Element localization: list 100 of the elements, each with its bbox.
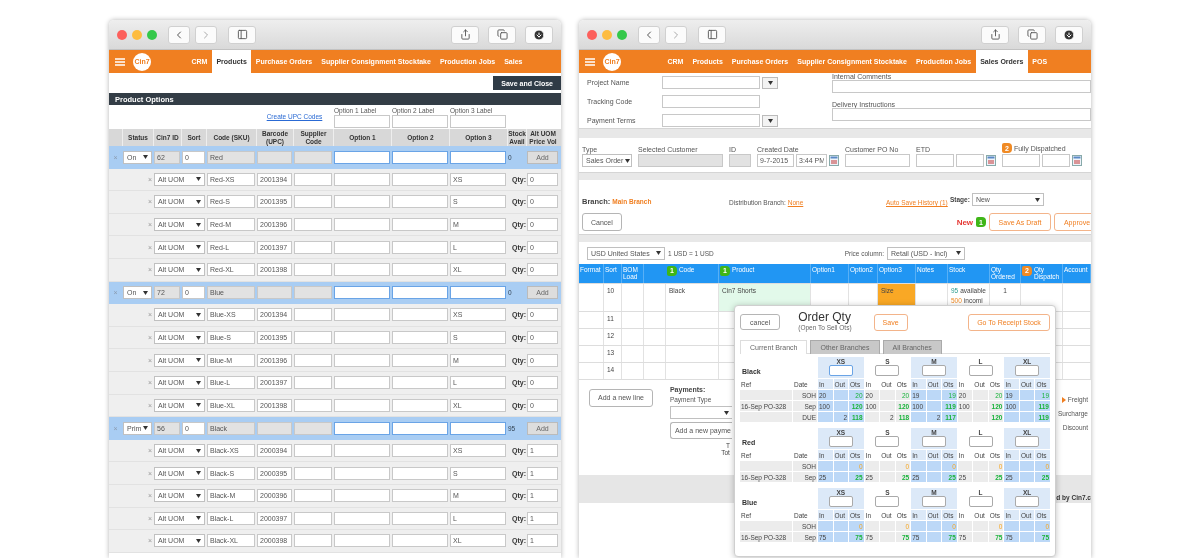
option-field[interactable] — [334, 534, 390, 548]
supplier-code-field[interactable] — [294, 511, 332, 525]
forward-button[interactable] — [195, 25, 217, 44]
forward-button[interactable] — [665, 25, 687, 44]
supplier-code-field[interactable] — [294, 534, 332, 548]
qty-field[interactable] — [875, 496, 900, 507]
text-field[interactable] — [662, 95, 760, 108]
sidebar-button[interactable] — [698, 25, 726, 44]
supplier-code-field[interactable] — [294, 376, 332, 390]
close-button[interactable] — [587, 29, 597, 40]
qty-field[interactable] — [828, 436, 853, 447]
option-field[interactable] — [392, 263, 448, 277]
supplier-code-field[interactable] — [294, 398, 332, 412]
option-field[interactable] — [334, 331, 390, 345]
dropdown-button[interactable] — [762, 76, 778, 89]
back-button[interactable] — [638, 25, 660, 44]
qty-field[interactable] — [922, 365, 946, 376]
option-field[interactable] — [334, 466, 390, 480]
minimize-button[interactable] — [602, 29, 612, 40]
calendar-icon[interactable] — [986, 155, 996, 166]
supplier-code-field[interactable] — [294, 218, 332, 232]
option-field[interactable] — [392, 308, 448, 322]
barcode-field[interactable] — [257, 421, 292, 435]
option-label-field[interactable] — [450, 114, 506, 128]
option-field[interactable] — [392, 489, 448, 503]
supplier-code-field[interactable] — [294, 308, 332, 322]
time-field[interactable] — [1042, 154, 1070, 167]
download-button[interactable] — [1055, 25, 1083, 44]
option-field[interactable] — [450, 150, 506, 164]
menu-icon[interactable] — [115, 57, 125, 66]
time-field[interactable] — [956, 154, 984, 167]
option-field[interactable] — [392, 444, 448, 457]
option-field[interactable] — [392, 240, 448, 254]
option-label-field[interactable] — [392, 114, 448, 128]
barcode-field[interactable] — [257, 150, 292, 164]
minimize-button[interactable] — [132, 29, 142, 40]
readonly-field[interactable] — [638, 154, 723, 167]
qty-field[interactable] — [875, 436, 900, 447]
option-field[interactable] — [392, 398, 448, 412]
option-field[interactable] — [392, 421, 448, 435]
supplier-code-field[interactable] — [294, 240, 332, 254]
option-label-field[interactable] — [334, 114, 390, 128]
zoom-button[interactable] — [147, 29, 157, 40]
text-field[interactable] — [662, 114, 760, 127]
option-field[interactable] — [392, 331, 448, 345]
supplier-code-field[interactable] — [294, 331, 332, 345]
zoom-button[interactable] — [617, 29, 627, 40]
text-field[interactable] — [832, 108, 1091, 121]
menu-icon[interactable] — [585, 57, 595, 66]
back-button[interactable] — [168, 25, 190, 44]
option-field[interactable] — [334, 172, 390, 186]
calendar-icon[interactable] — [1072, 155, 1082, 166]
qty-field[interactable] — [968, 496, 993, 507]
supplier-code-field[interactable] — [294, 466, 332, 480]
text-field[interactable] — [832, 80, 1091, 93]
readonly-field[interactable] — [729, 154, 751, 167]
dropdown-button[interactable] — [762, 114, 778, 127]
supplier-code-field[interactable] — [294, 195, 332, 209]
supplier-code-field[interactable] — [294, 263, 332, 277]
option-field[interactable] — [334, 511, 390, 525]
close-button[interactable] — [117, 29, 127, 40]
option-field[interactable] — [392, 511, 448, 525]
option-field[interactable] — [392, 218, 448, 232]
option-field[interactable] — [334, 421, 390, 435]
option-field[interactable] — [334, 195, 390, 209]
supplier-code-field[interactable] — [294, 150, 332, 164]
option-field[interactable] — [392, 466, 448, 480]
option-field[interactable] — [450, 421, 506, 435]
option-field[interactable] — [392, 172, 448, 186]
option-field[interactable] — [392, 353, 448, 367]
tabs-button[interactable] — [488, 25, 516, 44]
qty-field[interactable] — [922, 496, 946, 507]
option-field[interactable] — [334, 444, 390, 457]
option-field[interactable] — [334, 308, 390, 322]
text-field[interactable] — [845, 154, 910, 167]
option-field[interactable] — [334, 398, 390, 412]
supplier-code-field[interactable] — [294, 489, 332, 503]
qty-field[interactable] — [1015, 365, 1040, 376]
date-field[interactable] — [1002, 154, 1040, 167]
option-field[interactable] — [334, 353, 390, 367]
qty-field[interactable] — [1015, 496, 1040, 507]
supplier-code-field[interactable] — [294, 353, 332, 367]
supplier-code-field[interactable] — [294, 172, 332, 186]
qty-field[interactable] — [922, 436, 946, 447]
option-field[interactable] — [392, 534, 448, 548]
option-field[interactable] — [334, 218, 390, 232]
option-field[interactable] — [392, 195, 448, 209]
qty-field[interactable] — [828, 496, 853, 507]
option-field[interactable] — [450, 286, 506, 300]
sidebar-button[interactable] — [228, 25, 256, 44]
option-field[interactable] — [334, 286, 390, 300]
download-button[interactable] — [525, 25, 553, 44]
calendar-icon[interactable] — [829, 155, 839, 166]
share-button[interactable] — [981, 25, 1009, 44]
option-field[interactable] — [334, 376, 390, 390]
qty-field[interactable] — [1015, 436, 1040, 447]
option-field[interactable] — [334, 240, 390, 254]
option-field[interactable] — [334, 489, 390, 503]
text-field[interactable] — [662, 76, 760, 89]
barcode-field[interactable] — [257, 286, 292, 300]
